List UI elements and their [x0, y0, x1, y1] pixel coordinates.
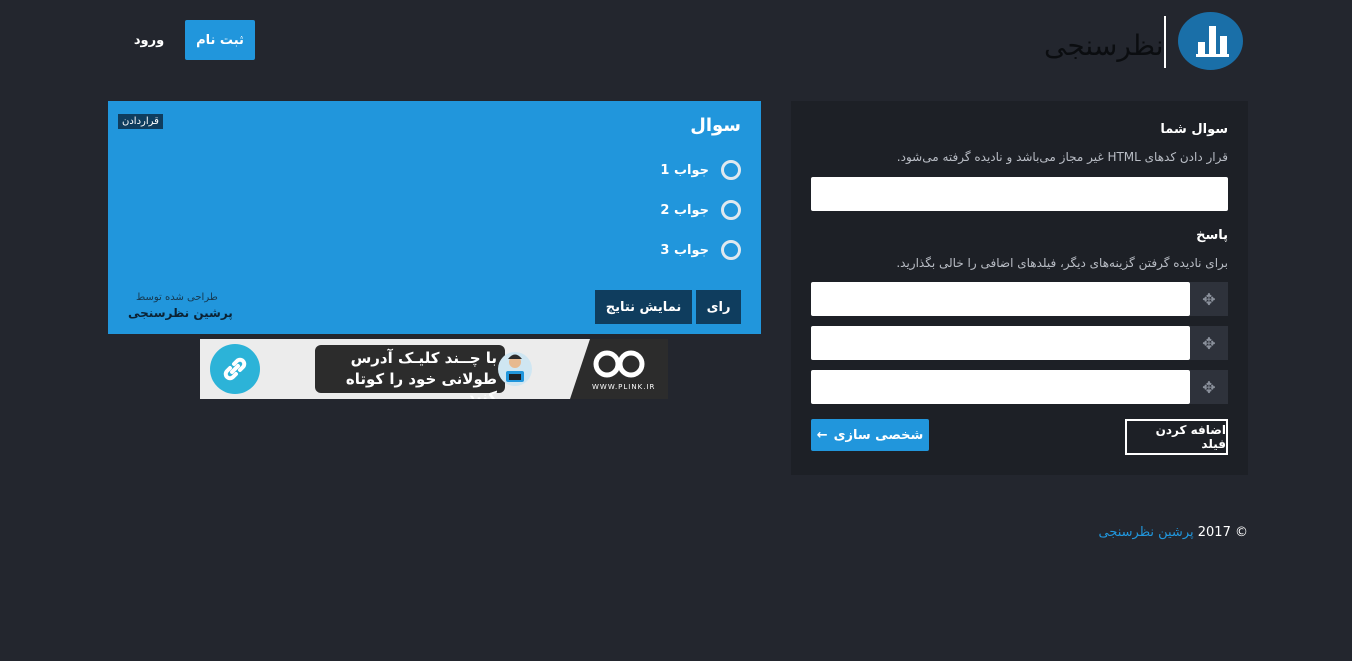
answer-label: جواب 2: [660, 202, 709, 218]
credit-caption: طراحی شده توسط: [136, 292, 218, 303]
question-input[interactable]: [811, 177, 1228, 211]
ad-line-1: با چــند کلیـک آدرس: [350, 349, 497, 367]
radio-icon[interactable]: [721, 160, 741, 180]
answer-option-2[interactable]: جواب 2: [660, 199, 741, 221]
person-illustration-icon: [498, 352, 532, 386]
preview-title: سوال: [690, 115, 741, 136]
copyright-text: © 2017: [1197, 525, 1248, 540]
move-icon[interactable]: ✥: [1190, 326, 1228, 360]
answers-help-text: برای نادیده گرفتن گزینه‌های دیگر، فیلدها…: [896, 256, 1228, 270]
customize-label: شخصی سازی: [833, 427, 924, 443]
radio-icon[interactable]: [721, 240, 741, 260]
answer-input-3[interactable]: [811, 370, 1190, 404]
answer-label: جواب 1: [660, 162, 709, 178]
question-label: سوال شما: [1160, 122, 1228, 137]
embed-button[interactable]: قراردادن: [118, 114, 163, 129]
answers-label: پاسخ: [1196, 228, 1228, 243]
login-button[interactable]: ورود: [125, 20, 173, 60]
ad-line-2: طولانی خود را کوتاه کنید: [345, 370, 497, 399]
ad-banner[interactable]: با چــند کلیـک آدرس طولانی خود را کوتاه …: [200, 339, 668, 399]
vote-button[interactable]: رای: [696, 290, 741, 324]
add-field-button[interactable]: اضافه کردن فیلد: [1125, 419, 1228, 455]
poll-form-panel: سوال شما قرار دادن کدهای HTML غیر مجاز م…: [791, 101, 1248, 475]
register-button[interactable]: ثبت نام: [185, 20, 255, 60]
question-help-text: قرار دادن کدهای HTML غیر مجاز می‌باشد و …: [896, 150, 1228, 164]
page: نظرسنجی ثبت نام ورود سوال شما قرار دادن …: [0, 0, 1352, 661]
answer-input-1[interactable]: [811, 282, 1190, 316]
answer-option-1[interactable]: جواب 1: [660, 159, 741, 181]
answer-option-3[interactable]: جواب 3: [660, 239, 741, 261]
credit-link[interactable]: پرشین نظرسنجی: [128, 306, 233, 320]
answer-label: جواب 3: [660, 242, 709, 258]
site-logo[interactable]: نظرسنجی: [1044, 12, 1244, 72]
poll-preview: سوال قراردادن جواب 1 جواب 2 جواب 3 رای ن…: [108, 101, 761, 334]
ad-url: WWW.PLINK.IR: [592, 383, 656, 391]
footer-link[interactable]: پرشین نظرسنجی: [1098, 525, 1193, 540]
footer: © 2017 پرشین نظرسنجی: [1098, 525, 1248, 540]
logo-divider: [1164, 16, 1166, 68]
ad-text-box: با چــند کلیـک آدرس طولانی خود را کوتاه …: [315, 345, 505, 399]
answer-input-2[interactable]: [811, 326, 1190, 360]
move-icon[interactable]: ✥: [1190, 282, 1228, 316]
chart-logo-icon: [1178, 12, 1243, 70]
logo-text: نظرسنجی: [1044, 29, 1164, 62]
show-results-button[interactable]: نمایش نتایج: [595, 290, 692, 324]
move-icon[interactable]: ✥: [1190, 370, 1228, 404]
customize-button[interactable]: شخصی سازی ←: [811, 419, 929, 451]
radio-icon[interactable]: [721, 200, 741, 220]
arrow-left-icon: ←: [816, 427, 828, 443]
link-icon: [210, 344, 260, 394]
